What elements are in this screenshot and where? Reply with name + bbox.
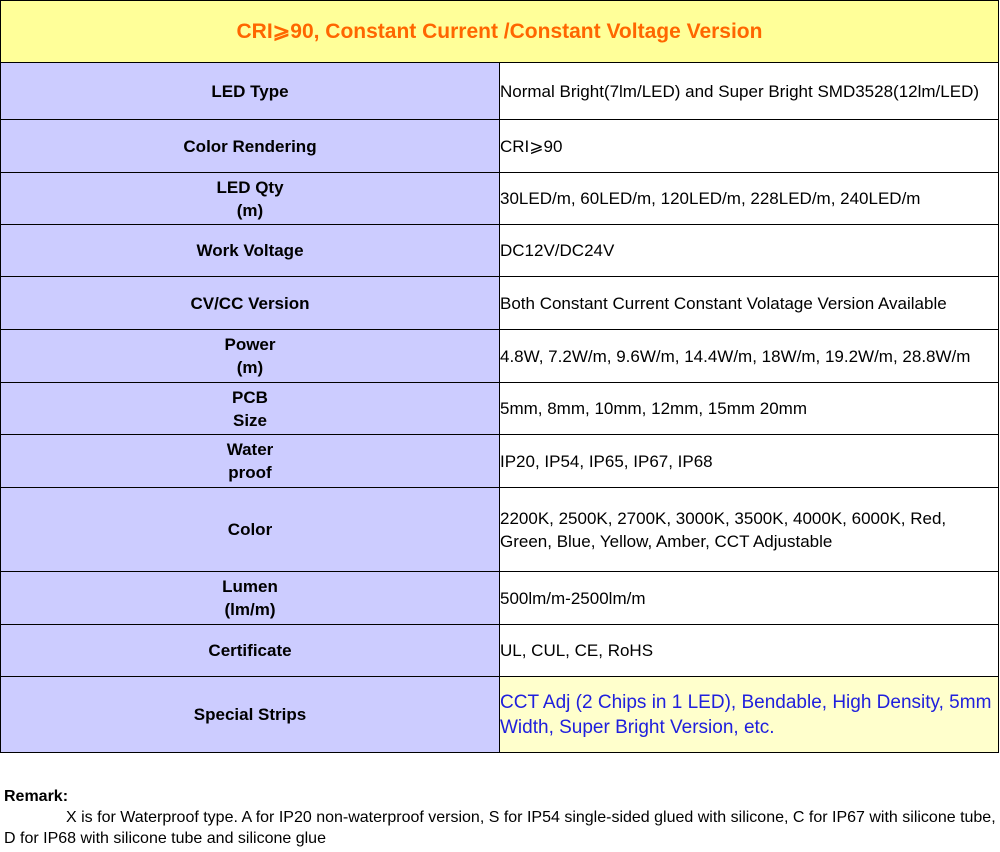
label-waterproof-line1: Water — [226, 440, 274, 459]
label-power: Power (m) — [0, 329, 500, 383]
spec-row-led-qty: LED Qty (m) 30LED/m, 60LED/m, 120LED/m, 2… — [0, 172, 999, 225]
spec-table: CRI⩾90, Constant Current /Constant Volta… — [0, 0, 999, 753]
label-color: Color — [0, 487, 500, 572]
label-power-line2: (m) — [236, 358, 264, 377]
value-cv-cc: Both Constant Current Constant Volatage … — [499, 276, 999, 330]
spec-row-certificate: Certificate UL, CUL, CE, RoHS — [0, 624, 999, 677]
label-pcb-size-line2: Size — [232, 410, 268, 430]
value-waterproof: IP20, IP54, IP65, IP67, IP68 — [499, 434, 999, 488]
spec-row-cv-cc: CV/CC Version Both Constant Current Cons… — [0, 276, 999, 330]
label-cv-cc: CV/CC Version — [0, 276, 500, 330]
value-pcb-size: 5mm, 8mm, 10mm, 12mm, 15mm 20mm — [499, 382, 999, 435]
value-led-type: Normal Bright(7lm/LED) and Super Bright … — [499, 62, 999, 120]
label-lumen-line1: Lumen — [222, 577, 278, 596]
remark-title: Remark: — [4, 788, 69, 805]
value-certificate: UL, CUL, CE, RoHS — [499, 624, 999, 677]
value-color: 2200K, 2500K, 2700K, 3000K, 3500K, 4000K… — [499, 487, 999, 572]
table-title: CRI⩾90, Constant Current /Constant Volta… — [0, 0, 999, 63]
label-pcb-size: PCB Size — [0, 382, 500, 435]
value-power: 4.8W, 7.2W/m, 9.6W/m, 14.4W/m, 18W/m, 19… — [499, 329, 999, 383]
spec-row-special-strips: Special Strips CCT Adj (2 Chips in 1 LED… — [0, 676, 999, 753]
spec-sheet: CRI⩾90, Constant Current /Constant Volta… — [0, 0, 1000, 852]
remark-block: Remark: X is for Waterproof type. A for … — [4, 786, 996, 849]
label-certificate: Certificate — [0, 624, 500, 677]
label-power-line1: Power — [224, 335, 276, 354]
spec-row-color: Color 2200K, 2500K, 2700K, 3000K, 3500K,… — [0, 487, 999, 572]
spec-row-power: Power (m) 4.8W, 7.2W/m, 9.6W/m, 14.4W/m, … — [0, 329, 999, 383]
label-led-qty-line2: (m) — [236, 200, 264, 220]
value-color-rendering: CRI⩾90 — [499, 119, 999, 173]
label-led-qty-line1: LED Qty — [216, 177, 284, 197]
value-led-qty: 30LED/m, 60LED/m, 120LED/m, 228LED/m, 24… — [499, 172, 999, 225]
value-special-strips: CCT Adj (2 Chips in 1 LED), Bendable, Hi… — [499, 676, 999, 753]
spec-row-color-rendering: Color Rendering CRI⩾90 — [0, 119, 999, 173]
value-lumen: 500lm/m-2500lm/m — [499, 571, 999, 625]
spec-row-lumen: Lumen (lm/m) 500lm/m-2500lm/m — [0, 571, 999, 625]
label-lumen: Lumen (lm/m) — [0, 571, 500, 625]
label-work-voltage: Work Voltage — [0, 224, 500, 277]
remark-text: X is for Waterproof type. A for IP20 non… — [4, 809, 996, 847]
title-row: CRI⩾90, Constant Current /Constant Volta… — [0, 0, 999, 63]
spec-row-led-type: LED Type Normal Bright(7lm/LED) and Supe… — [0, 62, 999, 120]
label-special-strips: Special Strips — [0, 676, 500, 753]
label-waterproof-line2: proof — [228, 463, 272, 482]
spec-row-pcb-size: PCB Size 5mm, 8mm, 10mm, 12mm, 15mm 20mm — [0, 382, 999, 435]
label-led-qty: LED Qty (m) — [0, 172, 500, 225]
label-pcb-size-line1: PCB — [232, 387, 268, 407]
label-led-type: LED Type — [0, 62, 500, 120]
label-color-rendering: Color Rendering — [0, 119, 500, 173]
label-lumen-line2: (lm/m) — [224, 600, 276, 619]
spec-row-waterproof: Water proof IP20, IP54, IP65, IP67, IP68 — [0, 434, 999, 488]
spec-row-work-voltage: Work Voltage DC12V/DC24V — [0, 224, 999, 277]
label-waterproof: Water proof — [0, 434, 500, 488]
value-work-voltage: DC12V/DC24V — [499, 224, 999, 277]
